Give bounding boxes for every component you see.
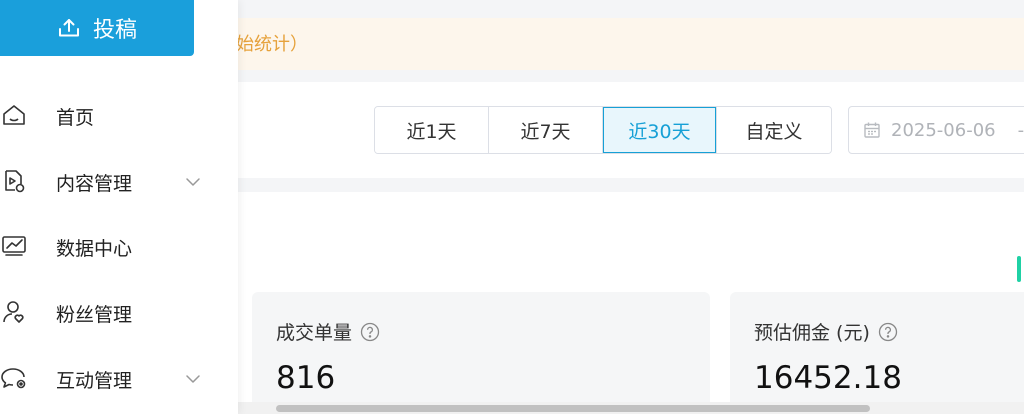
calendar-icon: [863, 121, 881, 139]
chat-settings-icon: [0, 365, 28, 391]
stat-card-commission: 预估佣金 (元) 16452.18: [730, 292, 1024, 414]
stat-card-orders: 成交单量 816: [252, 292, 710, 414]
date-start-value: 2025-06-06: [891, 119, 996, 141]
sidebar-item-home[interactable]: 首页: [0, 89, 238, 139]
sidebar-item-label: 数据中心: [56, 238, 133, 260]
sidebar-item-label: 互动管理: [56, 370, 133, 392]
stat-value-commission: 16452.18: [754, 360, 902, 396]
date-range-selector: 近1天 近7天 近30天 自定义: [374, 106, 832, 154]
sidebar-item-label: 内容管理: [56, 173, 133, 195]
home-icon: [0, 102, 28, 128]
sidebar: 投稿 首页 内容管理 数据中心 粉丝管理 互动管理: [0, 0, 238, 414]
upload-icon: [57, 17, 81, 39]
chevron-down-icon[interactable]: [184, 370, 202, 389]
help-icon[interactable]: [360, 322, 380, 342]
post-button-label: 投稿: [92, 18, 137, 43]
notice-text: 始统计）: [236, 34, 308, 55]
scrollbar-thumb[interactable]: [276, 405, 870, 412]
help-icon[interactable]: [878, 322, 898, 342]
content-doc-icon: [0, 168, 28, 194]
sidebar-item-fans[interactable]: 粉丝管理: [0, 286, 238, 336]
range-30-days-button[interactable]: 近30天: [603, 107, 717, 153]
sidebar-item-content[interactable]: 内容管理: [0, 155, 238, 205]
date-range-picker[interactable]: 2025-06-06 -: [848, 106, 1024, 154]
date-separator: -: [1017, 119, 1024, 141]
chevron-down-icon[interactable]: [184, 173, 202, 192]
post-button[interactable]: 投稿: [0, 0, 194, 56]
stat-value-orders: 816: [276, 360, 336, 396]
range-custom-button[interactable]: 自定义: [717, 107, 831, 153]
stat-label-commission: 预估佣金 (元): [754, 322, 870, 344]
range-7-days-button[interactable]: 近7天: [489, 107, 603, 153]
sidebar-item-data-center[interactable]: 数据中心: [0, 220, 238, 270]
sidebar-item-label: 粉丝管理: [56, 304, 133, 326]
scroll-indicator: [1017, 256, 1021, 282]
chart-monitor-icon: [0, 233, 28, 259]
sidebar-item-interaction[interactable]: 互动管理: [0, 352, 238, 402]
sidebar-item-label: 首页: [56, 107, 95, 129]
stat-label-orders: 成交单量: [276, 322, 353, 344]
user-heart-icon: [0, 299, 28, 325]
range-1-day-button[interactable]: 近1天: [375, 107, 489, 153]
